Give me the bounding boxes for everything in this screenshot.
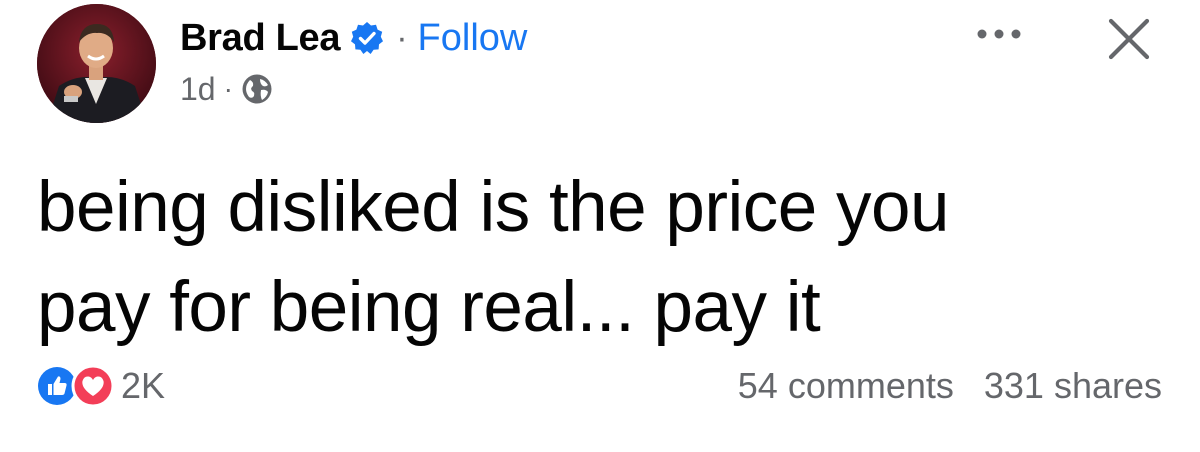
post-body: being disliked is the price you pay for … <box>37 158 1167 358</box>
engagement-stats: 54 comments 331 shares <box>738 362 1162 410</box>
reactions-summary[interactable]: 2K <box>37 362 165 410</box>
reaction-icons <box>37 362 133 410</box>
author-name[interactable]: Brad Lea <box>180 17 341 60</box>
post-card: Brad Lea · Follow 1d · being disliked is… <box>0 0 1200 452</box>
close-button[interactable] <box>1100 10 1158 68</box>
globe-icon[interactable] <box>241 73 273 105</box>
love-reaction-icon <box>71 364 115 408</box>
post-meta: 1d · <box>180 68 273 110</box>
timestamp[interactable]: 1d <box>180 71 216 108</box>
follow-separator: · <box>396 18 408 57</box>
meta-separator: · <box>223 73 233 104</box>
comments-count-link[interactable]: 54 comments <box>738 365 954 407</box>
post-text-line: being disliked is the price you <box>37 168 949 247</box>
author-row: Brad Lea · Follow <box>180 14 527 62</box>
post-text-line: pay for being real... pay it <box>37 268 821 347</box>
more-options-button[interactable] <box>968 14 1030 54</box>
avatar[interactable] <box>37 4 156 123</box>
shares-count-link[interactable]: 331 shares <box>984 365 1162 407</box>
ellipsis-icon <box>977 29 1021 39</box>
verified-badge-icon <box>350 21 384 55</box>
avatar-photo <box>37 4 156 123</box>
close-icon <box>1108 18 1150 60</box>
follow-button[interactable]: Follow <box>418 17 528 60</box>
